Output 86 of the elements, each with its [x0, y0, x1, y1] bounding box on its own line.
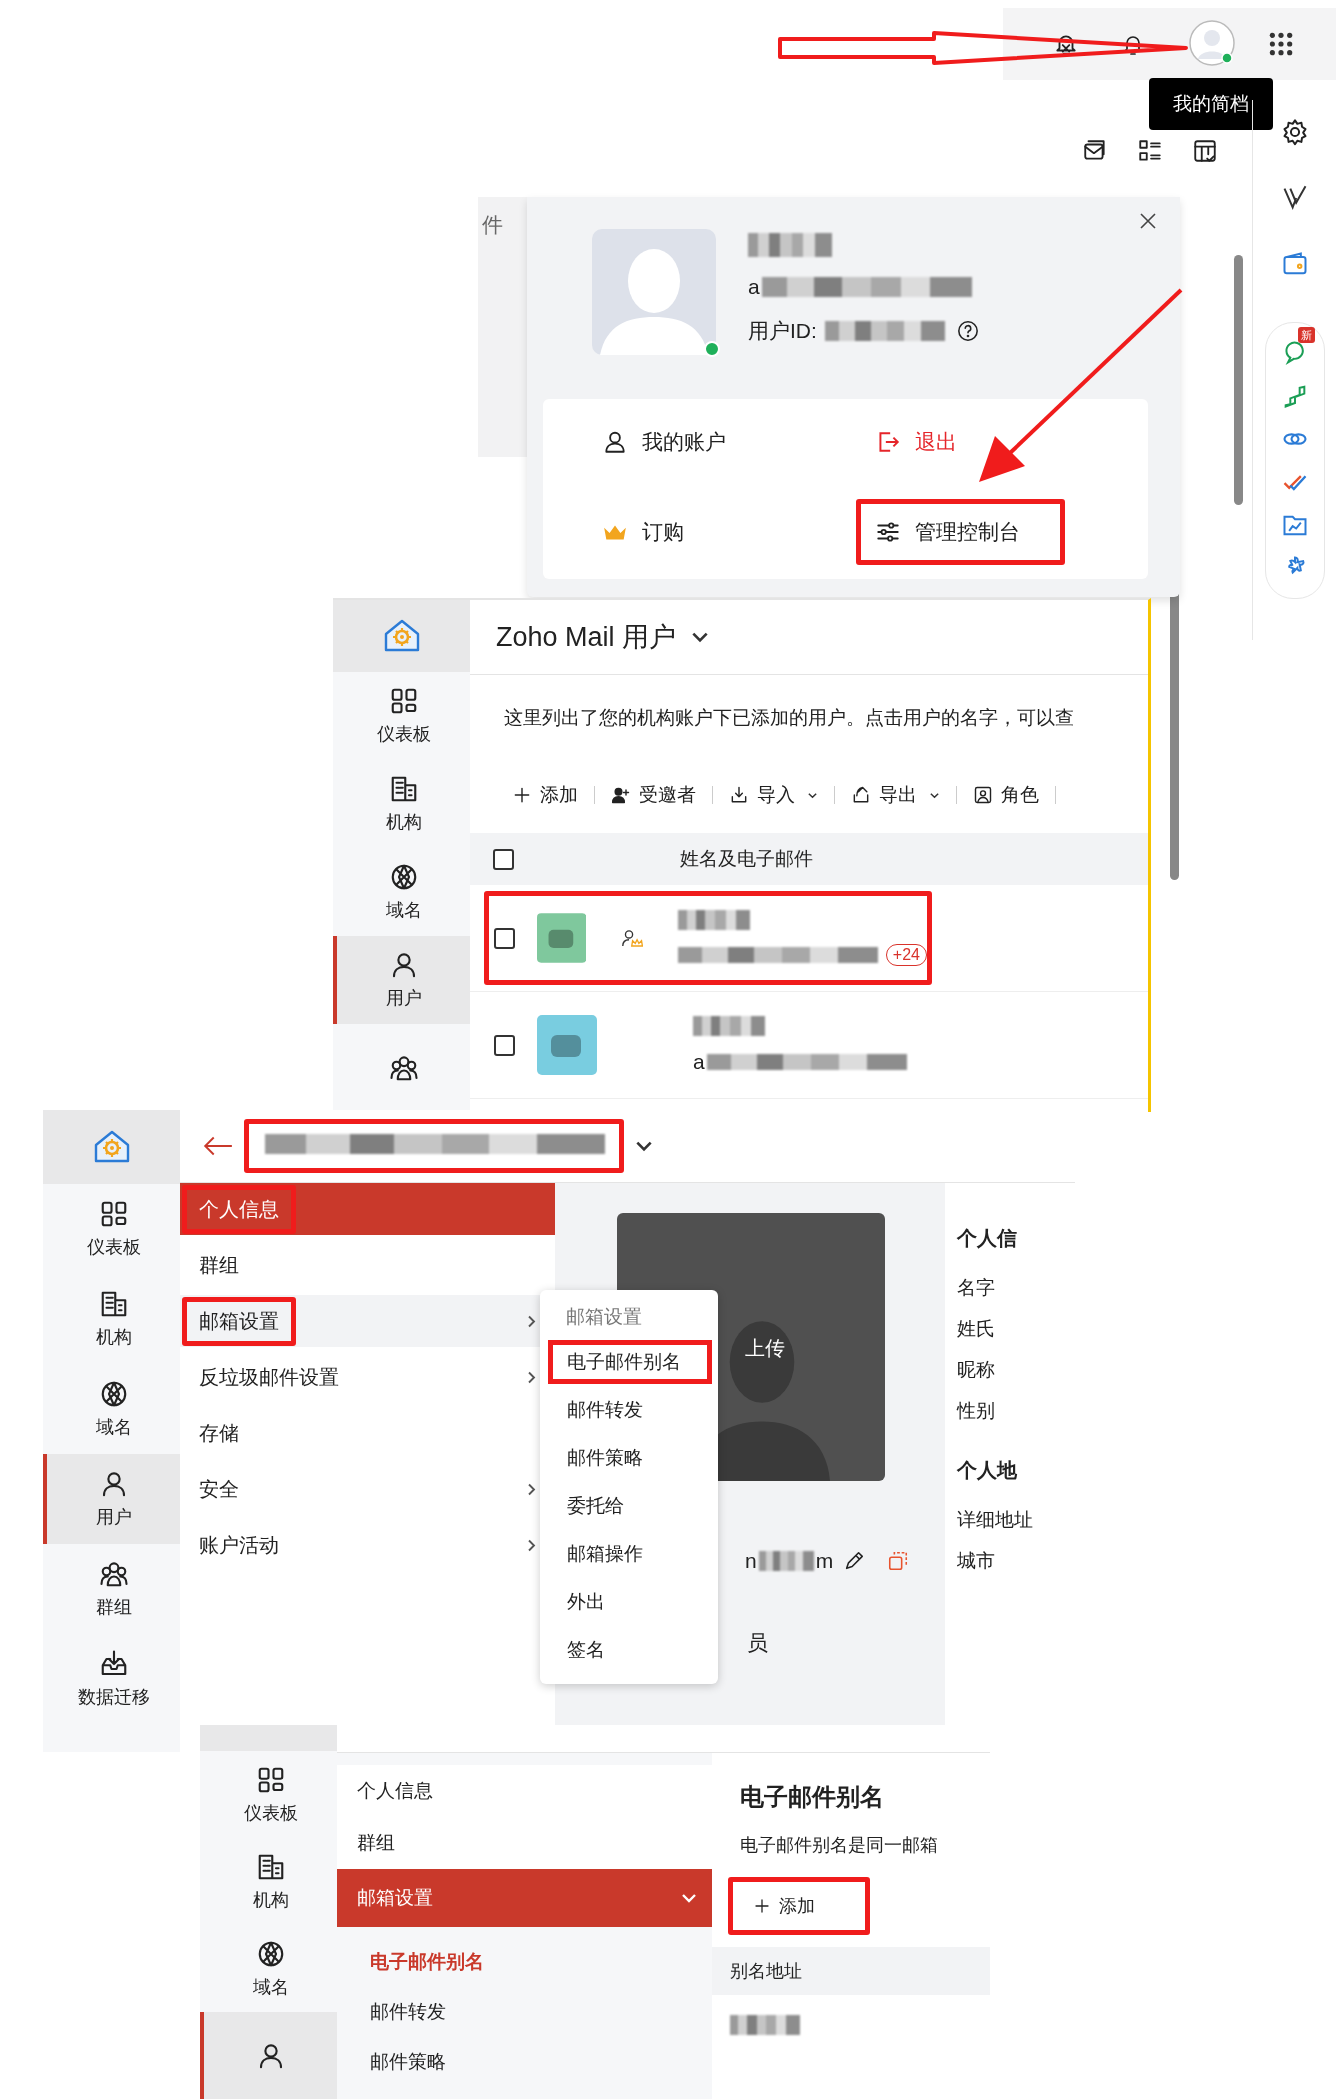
user-icon	[602, 429, 628, 455]
sidebar-item[interactable]: 群组	[43, 1544, 180, 1634]
checkbox[interactable]	[494, 1034, 515, 1056]
table-row[interactable]: a	[470, 992, 1148, 1099]
sliders-icon	[874, 519, 901, 545]
menu-item[interactable]: 签名	[548, 1628, 712, 1672]
menu-item[interactable]: 群组	[337, 1817, 712, 1869]
field-label: 昵称	[957, 1358, 996, 1382]
email-prefix: a	[748, 275, 760, 299]
group-icon	[98, 1559, 129, 1589]
sidebar-item[interactable]: 域名	[333, 848, 470, 937]
export-icon	[851, 785, 871, 805]
menu-item[interactable]: 外出	[548, 1580, 712, 1624]
pencil-icon[interactable]	[843, 1550, 866, 1572]
submenu-heading: 邮箱设置	[565, 1305, 643, 1329]
menu-item[interactable]: 订购	[583, 503, 703, 561]
sidebar-item[interactable]: 机构	[43, 1274, 180, 1364]
toolbar-button[interactable]: 角色	[973, 782, 1039, 808]
toolbar-button[interactable]: 导出	[851, 782, 940, 808]
menu-item[interactable]: 我的账户	[583, 413, 745, 471]
email-prefix: n	[745, 1549, 757, 1573]
redacted-text	[693, 1016, 765, 1036]
add-button[interactable]: 添加	[728, 1877, 870, 1935]
sidebar-item[interactable]: 机构	[333, 760, 470, 849]
description: 电子邮件别名是同一邮箱	[739, 1834, 939, 1857]
column-header: 姓名及电子邮件	[680, 847, 813, 871]
menu-item[interactable]: 电子邮件别名	[548, 1340, 712, 1384]
email-suffix: m	[815, 1549, 834, 1573]
table-row[interactable]: +24	[470, 885, 1148, 992]
copy-icon[interactable]	[887, 1550, 910, 1572]
plus-icon	[512, 785, 532, 805]
tooltip: 我的简档	[1149, 78, 1273, 130]
toolbar-button[interactable]: 添加	[512, 782, 578, 808]
checkbox[interactable]	[494, 927, 515, 949]
upload-link[interactable]: 上传	[745, 1335, 785, 1362]
menu-item[interactable]: 个人信息	[337, 1765, 712, 1817]
description: 这里列出了您的机构账户下已添加的用户。点击用户的名字，可以查	[503, 706, 1075, 730]
section-heading: 个人信	[957, 1226, 1018, 1251]
sidebar-item[interactable]: 仪表板	[43, 1184, 180, 1274]
avatar	[537, 1015, 597, 1075]
role-text: 员	[747, 1630, 769, 1656]
field-label: 城市	[957, 1549, 996, 1573]
tab-label[interactable]: 件	[478, 197, 528, 239]
new-badge: 新	[1297, 327, 1315, 343]
column-header: 别名地址	[730, 1960, 802, 1983]
help-icon[interactable]	[956, 320, 979, 342]
checkbox[interactable]	[493, 848, 514, 870]
calendar-check-icon[interactable]	[1192, 138, 1218, 164]
import-icon	[729, 785, 749, 805]
close-icon[interactable]	[1138, 211, 1158, 231]
sidebar-item[interactable]: 数据迁移	[43, 1634, 180, 1724]
section-heading: 个人地	[957, 1458, 1018, 1483]
sidebar-item[interactable]: 仪表板	[333, 672, 470, 761]
user-add-icon	[611, 785, 631, 805]
toolbar-button[interactable]: 导入	[729, 782, 818, 808]
menu-item[interactable]: 管理控制台	[855, 499, 1065, 565]
page-title[interactable]: Zoho Mail 用户	[496, 619, 677, 655]
redacted-text	[758, 1551, 814, 1571]
menu-item[interactable]: 退出	[855, 413, 976, 471]
apps-grid-icon[interactable]	[1268, 31, 1294, 57]
back-arrow-icon[interactable]	[202, 1135, 234, 1157]
email-prefix: a	[693, 1050, 705, 1074]
plus-icon	[753, 1897, 771, 1915]
list-view-icon[interactable]	[1137, 138, 1163, 164]
field-label: 名字	[957, 1276, 996, 1300]
scrollbar[interactable]	[1234, 255, 1243, 505]
sidebar-item[interactable]: 用户	[43, 1454, 180, 1544]
menu-item[interactable]: 个人信息	[180, 1183, 555, 1235]
sidebar-item[interactable]: 机构	[200, 1838, 337, 1926]
sidebar-item[interactable]: 仪表板	[200, 1751, 337, 1839]
toolbar-button[interactable]: 受邀者	[611, 782, 696, 808]
sidebar-item[interactable]: 域名	[200, 1925, 337, 2013]
role-icon	[973, 785, 993, 805]
sidebar-item[interactable]: 用户	[333, 936, 470, 1025]
profile-avatar[interactable]	[1188, 19, 1238, 69]
user-name-dropdown[interactable]	[244, 1119, 624, 1173]
menu-item[interactable]: 邮箱设置	[337, 1869, 712, 1927]
section-title: 电子邮件别名	[739, 1782, 885, 1812]
menu-item[interactable]: 群组	[180, 1239, 555, 1291]
user-id-label: 用户ID:	[748, 318, 817, 344]
redacted-text	[730, 2015, 800, 2035]
field-label: 姓氏	[957, 1317, 996, 1341]
field-label: 性别	[957, 1399, 996, 1423]
sidebar-item[interactable]	[200, 2012, 337, 2099]
field-label: 详细地址	[957, 1508, 1034, 1532]
sidebar-item[interactable]: 域名	[43, 1364, 180, 1454]
